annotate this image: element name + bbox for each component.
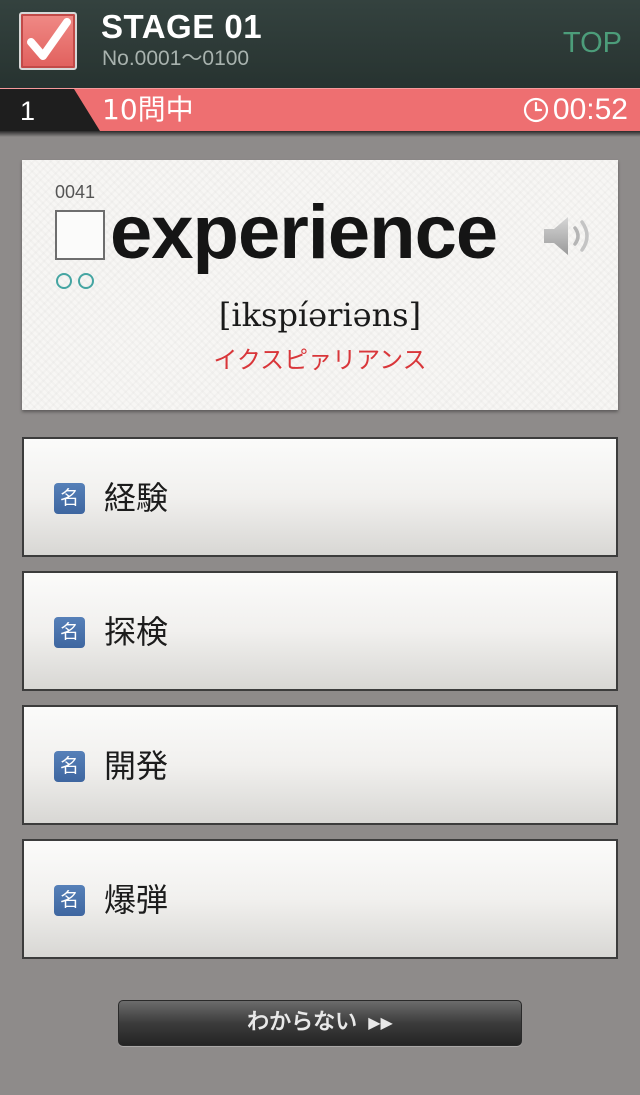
choice-label: 探検 xyxy=(104,613,169,651)
choice-label: 開発 xyxy=(104,747,169,785)
word-card: 0041 experience [ikspíəriəns] イクスピァリアンス xyxy=(22,160,618,410)
word-number: 0041 xyxy=(55,182,96,202)
part-of-speech-badge: 名 xyxy=(54,617,85,648)
katakana-reading: イクスピァリアンス xyxy=(213,346,427,374)
question-tab-shape xyxy=(0,89,100,131)
question-count-label: 10問中 xyxy=(102,93,194,126)
checkbox-icon[interactable] xyxy=(19,12,77,70)
timer-value: 00:52 xyxy=(552,93,628,126)
question-number-box: 1 xyxy=(0,89,100,131)
choice-button[interactable]: 名 爆弾 xyxy=(22,839,618,959)
choice-label: 経験 xyxy=(104,479,169,517)
question-number: 1 xyxy=(20,96,36,126)
choice-button[interactable]: 名 探検 xyxy=(22,571,618,691)
part-of-speech-badge: 名 xyxy=(54,483,85,514)
choice-label: 爆弾 xyxy=(104,881,169,919)
dont-know-label: わからない xyxy=(247,1010,358,1035)
choice-button[interactable]: 名 経験 xyxy=(22,437,618,557)
speaker-icon[interactable] xyxy=(542,214,598,258)
vocabulary-word: experience xyxy=(110,190,498,275)
progress-shadow xyxy=(0,131,640,137)
stage-title: STAGE 01 xyxy=(101,8,263,45)
choice-button[interactable]: 名 開発 xyxy=(22,705,618,825)
dont-know-button[interactable]: わからない ▶▶ xyxy=(118,1000,522,1046)
clock-icon xyxy=(523,97,549,123)
part-of-speech-badge: 名 xyxy=(54,885,85,916)
checkmark-icon xyxy=(27,18,71,60)
timer: 00:52 xyxy=(523,93,628,127)
mastery-dots xyxy=(56,273,94,289)
double-arrow-icon: ▶▶ xyxy=(368,1013,393,1032)
mastery-dot xyxy=(78,273,94,289)
phonetic-transcription: [ikspíəriəns] xyxy=(218,296,422,334)
mastery-dot xyxy=(56,273,72,289)
top-button[interactable]: TOP xyxy=(563,26,622,60)
part-of-speech-badge: 名 xyxy=(54,751,85,782)
stage-range: No.0001～0100 xyxy=(102,47,250,70)
memo-checkbox[interactable] xyxy=(55,210,105,260)
header: STAGE 01 No.0001～0100 TOP xyxy=(0,0,640,88)
progress-bar: 1 10問中 00:52 xyxy=(0,88,640,131)
